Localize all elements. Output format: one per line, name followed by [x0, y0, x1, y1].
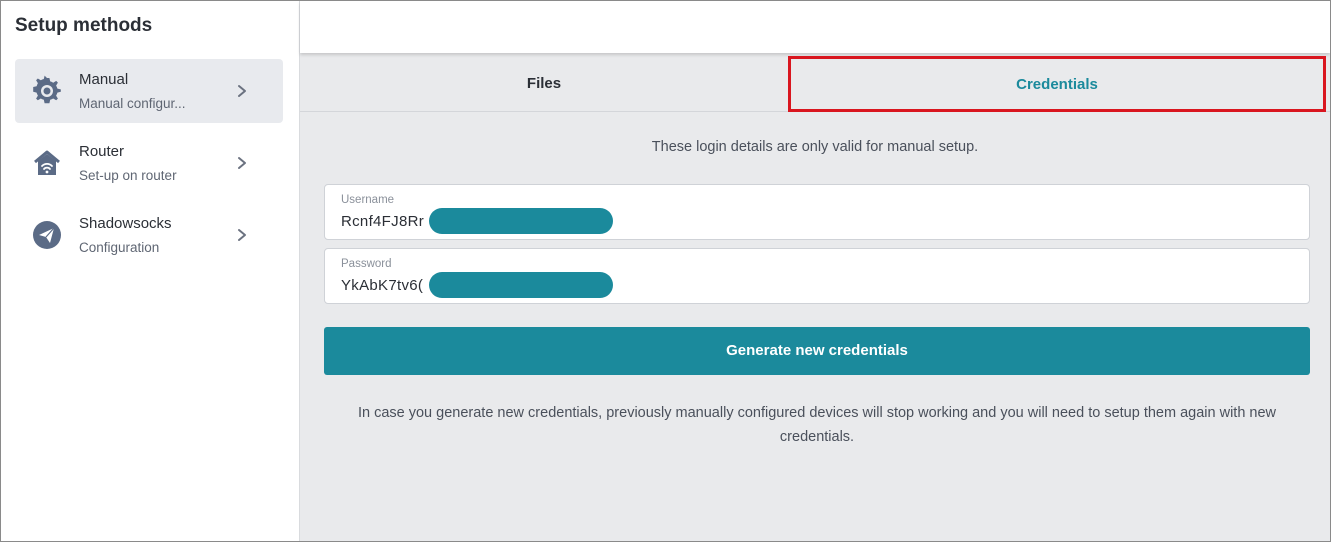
password-field[interactable]: Password YkAbK7tv6(: [324, 248, 1310, 304]
sidebar-title: Setup methods: [15, 15, 153, 36]
redaction-mark: [429, 272, 613, 298]
warning-text: In case you generate new credentials, pr…: [357, 405, 1277, 445]
generate-credentials-button[interactable]: Generate new credentials: [324, 327, 1310, 375]
gear-icon: [33, 75, 61, 104]
sidebar-item-sublabel: Manual configur...: [79, 96, 186, 111]
tab-credentials[interactable]: Credentials: [788, 56, 1326, 112]
chevron-right-icon: [238, 85, 246, 97]
username-field[interactable]: Username Rcnf4FJ8Rr: [324, 184, 1310, 240]
router-icon: [34, 150, 60, 175]
username-label: Username: [341, 194, 395, 206]
sidebar-item-manual[interactable]: Manual Manual configur...: [15, 59, 283, 123]
sidebar-item-label: Router: [79, 143, 125, 160]
sidebar: Setup methods Manual Manual configur...: [1, 1, 300, 541]
chevron-right-icon: [238, 229, 246, 241]
sidebar-item-label: Manual: [79, 71, 129, 88]
tab-files[interactable]: Files: [300, 56, 788, 111]
password-value: YkAbK7tv6(: [341, 277, 424, 294]
paper-plane-icon: [33, 221, 61, 249]
sidebar-item-label: Shadowsocks: [79, 215, 172, 232]
info-text: These login details are only valid for m…: [651, 139, 979, 155]
username-value: Rcnf4FJ8Rr: [341, 213, 425, 230]
sidebar-item-sublabel: Configuration: [79, 240, 160, 255]
app-window: Setup methods Manual Manual configur...: [0, 0, 1331, 542]
chevron-right-icon: [238, 157, 246, 169]
sidebar-item-sublabel: Set-up on router: [79, 168, 177, 183]
tab-bar: Files Credentials: [300, 56, 1330, 112]
main-panel: Files Credentials These login details ar…: [300, 1, 1330, 541]
sidebar-item-shadowsocks[interactable]: Shadowsocks Configuration: [15, 203, 283, 267]
redaction-mark: [429, 208, 613, 234]
sidebar-item-router[interactable]: Router Set-up on router: [15, 131, 283, 195]
password-label: Password: [341, 258, 392, 270]
top-bar: [300, 1, 1330, 53]
